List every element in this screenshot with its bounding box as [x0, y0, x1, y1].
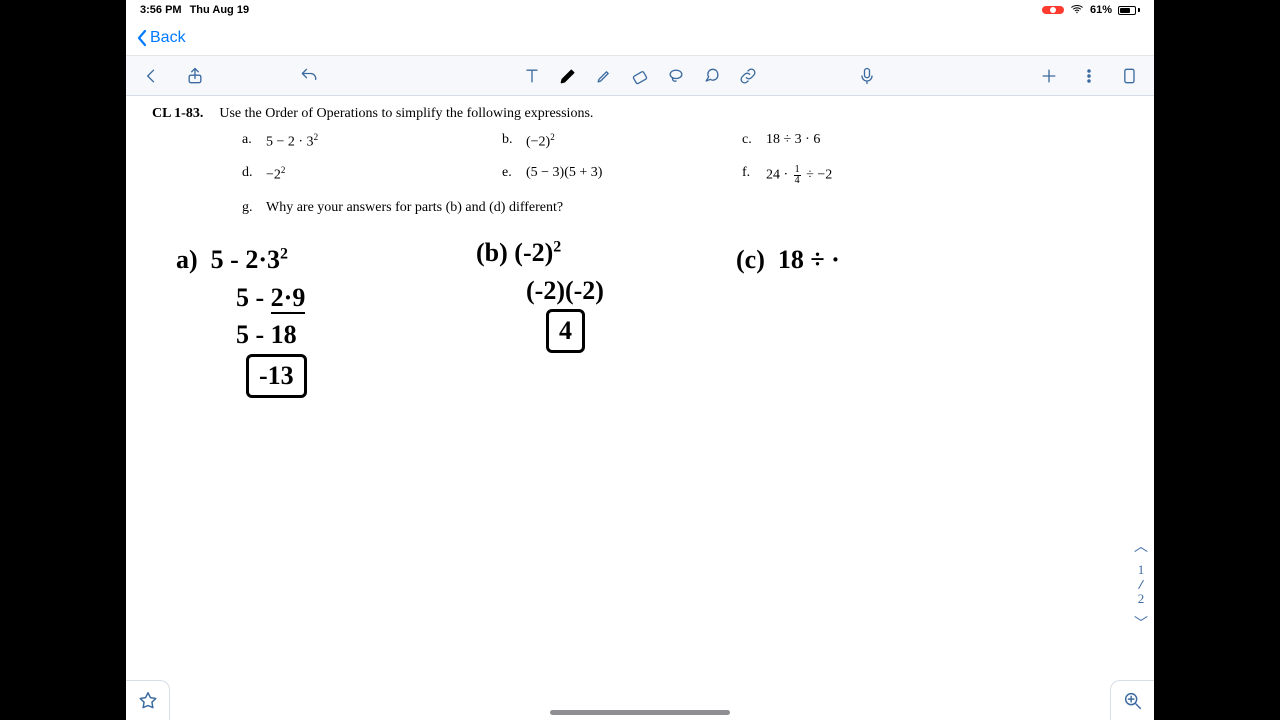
page-up-icon[interactable]: ︿	[1134, 536, 1148, 556]
ipad-frame: 3:56 PM Thu Aug 19 61% Back	[126, 0, 1154, 720]
problem-item-b: b.(−2)2	[502, 132, 742, 151]
text-tool-icon[interactable]	[521, 65, 543, 87]
page-back-icon[interactable]	[140, 65, 162, 87]
undo-icon[interactable]	[298, 65, 320, 87]
problem-item-a: a.5 − 2 · 32	[242, 132, 502, 151]
favorite-button[interactable]	[126, 680, 170, 720]
more-icon[interactable]	[1078, 65, 1100, 87]
document-content[interactable]: CL 1-83. Use the Order of Operations to …	[126, 96, 1154, 720]
page-total: 2	[1138, 591, 1145, 607]
handwriting-col-a: a) 5 - 2·32 5 - 2·9 5 - 18 -13	[176, 241, 307, 398]
problem-item-e: e.(5 − 3)(5 + 3)	[502, 165, 742, 186]
battery-percent: 61%	[1090, 4, 1112, 16]
microphone-icon[interactable]	[856, 65, 878, 87]
handwriting-col-c: (c) 18 ÷ ·	[736, 241, 840, 279]
problem-heading: CL 1-83. Use the Order of Operations to …	[152, 106, 1128, 122]
highlighter-tool-icon[interactable]	[593, 65, 615, 87]
link-tool-icon[interactable]	[737, 65, 759, 87]
navigation-bar: Back	[126, 20, 1154, 56]
shape-tool-icon[interactable]	[701, 65, 723, 87]
problem-id: CL 1-83.	[152, 106, 203, 122]
add-icon[interactable]	[1038, 65, 1060, 87]
home-indicator[interactable]	[550, 710, 730, 715]
wifi-icon	[1070, 2, 1084, 19]
page-separator	[1138, 580, 1144, 589]
lasso-tool-icon[interactable]	[665, 65, 687, 87]
problem-item-c: c.18 ÷ 3 · 6	[742, 132, 982, 151]
pages-icon[interactable]	[1118, 65, 1140, 87]
problem-prompt: Use the Order of Operations to simplify …	[219, 106, 593, 122]
screen-recording-pill[interactable]	[1042, 6, 1064, 14]
back-button[interactable]: Back	[136, 29, 186, 47]
status-date: Thu Aug 19	[190, 4, 249, 16]
pen-tool-icon[interactable]	[557, 65, 579, 87]
status-time: 3:56 PM	[140, 4, 182, 16]
problem-item-d: d.−22	[242, 165, 502, 186]
handwriting-col-b: (b) (-2)2 (-2)(-2) 4	[476, 234, 604, 353]
page-navigator: ︿ 1 2 ﹀	[1134, 536, 1148, 633]
problem-item-f: f.24 · 14 ÷ −2	[742, 165, 982, 186]
back-label: Back	[150, 29, 186, 47]
battery-icon	[1118, 6, 1140, 15]
page-down-icon[interactable]: ﹀	[1134, 613, 1148, 633]
eraser-tool-icon[interactable]	[629, 65, 651, 87]
problem-item-g: g. Why are your answers for parts (b) an…	[242, 200, 1128, 216]
page-current: 1	[1138, 562, 1145, 578]
problem-items-grid: a.5 − 2 · 32 b.(−2)2 c.18 ÷ 3 · 6 d.−22 …	[242, 132, 1128, 186]
status-bar: 3:56 PM Thu Aug 19 61%	[126, 0, 1154, 20]
toolbar	[126, 56, 1154, 96]
share-icon[interactable]	[184, 65, 206, 87]
zoom-in-button[interactable]	[1110, 680, 1154, 720]
